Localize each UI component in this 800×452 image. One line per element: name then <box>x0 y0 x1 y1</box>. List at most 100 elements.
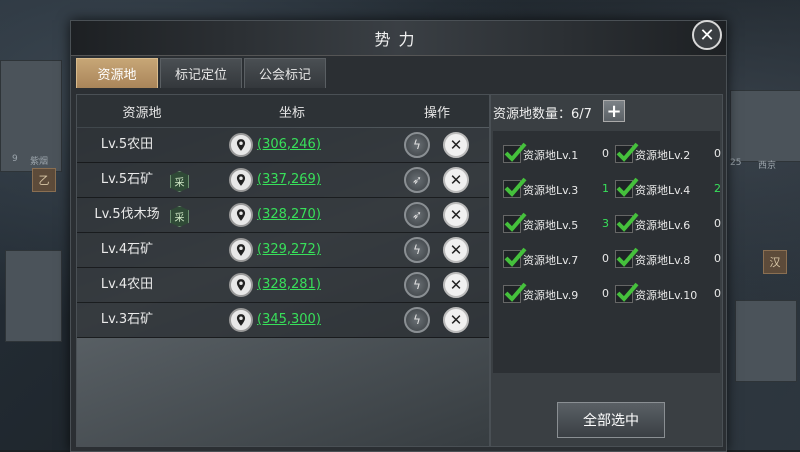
remove-icon[interactable]: ✕ <box>443 237 469 263</box>
resource-list: 资源地 坐标 操作 Lv.5农田 (306,246) ϟ ✕ Lv.5石矿采 (337,2… <box>76 94 490 447</box>
level-label: 资源地Lv.7 <box>523 254 579 267</box>
select-all-label: 全部选中 <box>583 413 639 429</box>
checkbox[interactable] <box>503 247 527 268</box>
remove-icon[interactable]: ✕ <box>443 167 469 193</box>
resource-name: Lv.3石矿 <box>100 312 154 327</box>
level-count: 0 <box>714 287 721 300</box>
panel-title: 势力 <box>374 30 423 49</box>
level-filter-item[interactable]: 资源地Lv.7 0 <box>499 246 611 274</box>
boost-icon[interactable]: ϟ <box>404 272 430 298</box>
level-filter-item[interactable]: 资源地Lv.3 1 <box>499 176 611 204</box>
location-pin-icon[interactable] <box>229 133 253 157</box>
header-ops: 操作 <box>423 105 450 121</box>
remove-icon[interactable]: ✕ <box>443 272 469 298</box>
table-row: Lv.5农田 (306,246) ϟ ✕ <box>77 128 489 163</box>
map-city-badge[interactable]: 汉 <box>763 250 787 274</box>
level-label: 资源地Lv.5 <box>523 219 579 232</box>
checkbox[interactable] <box>615 282 639 303</box>
level-label: 资源地Lv.3 <box>523 184 579 197</box>
select-all-button[interactable]: 全部选中 <box>557 402 665 438</box>
map-building <box>730 90 800 162</box>
level-count: 2 <box>714 182 721 195</box>
level-count: 0 <box>602 252 609 265</box>
header-coords: 坐标 <box>278 105 305 121</box>
checkbox[interactable] <box>615 247 639 268</box>
coordinate-link[interactable]: (329,272) <box>257 233 321 267</box>
level-filter-item[interactable]: 资源地Lv.10 0 <box>611 281 723 309</box>
level-label: 资源地Lv.1 <box>523 149 579 162</box>
level-filter-item[interactable]: 资源地Lv.1 0 <box>499 141 611 169</box>
checkbox[interactable] <box>615 142 639 163</box>
plus-icon[interactable]: + <box>603 100 625 122</box>
level-label: 资源地Lv.4 <box>635 184 691 197</box>
location-pin-icon[interactable] <box>229 308 253 332</box>
level-count: 0 <box>602 287 609 300</box>
map-building <box>735 300 797 382</box>
location-pin-icon[interactable] <box>229 168 253 192</box>
resource-name: Lv.4农田 <box>100 277 154 292</box>
table-row: Lv.5伐木场采 (328,270) ➶ ✕ <box>77 198 489 233</box>
title-bar: 势力 <box>71 21 726 56</box>
list-header: 资源地 坐标 操作 <box>77 95 489 127</box>
filter-panel: 资源地数量：6/7 + 资源地Lv.1 0 资源地Lv.2 0 资源地Lv.3 1 资源地L… <box>490 94 723 447</box>
checkbox[interactable] <box>503 282 527 303</box>
resource-name: Lv.5伐木场 <box>94 207 160 222</box>
coordinate-link[interactable]: (328,270) <box>257 198 321 232</box>
level-filter-item[interactable]: 资源地Lv.6 0 <box>611 211 723 239</box>
table-row: Lv.4农田 (328,281) ϟ ✕ <box>77 268 489 303</box>
speed-icon[interactable]: ➶ <box>404 202 430 228</box>
map-city-badge[interactable]: 乙 <box>32 168 56 192</box>
map-building <box>5 250 62 342</box>
boost-icon[interactable]: ϟ <box>404 237 430 263</box>
tab-resource-land[interactable]: 资源地 <box>76 58 158 88</box>
level-count: 1 <box>602 182 609 195</box>
level-filter-item[interactable]: 资源地Lv.2 0 <box>611 141 723 169</box>
checkbox[interactable] <box>503 142 527 163</box>
coordinate-link[interactable]: (328,281) <box>257 268 321 302</box>
level-label: 资源地Lv.9 <box>523 289 579 302</box>
collect-badge: 采 <box>170 206 189 227</box>
level-filter-grid: 资源地Lv.1 0 资源地Lv.2 0 资源地Lv.3 1 资源地Lv.4 2 资源地Lv.5 3… <box>493 131 723 373</box>
speed-icon[interactable]: ➶ <box>404 167 430 193</box>
resource-count-label: 资源地数量：6/7 <box>493 107 592 122</box>
tab-label: 公会标记 <box>258 68 311 83</box>
map-label: 9 <box>12 154 18 164</box>
header-name: 资源地 <box>122 105 162 121</box>
remove-icon[interactable]: ✕ <box>443 132 469 158</box>
checkbox[interactable] <box>503 177 527 198</box>
level-count: 3 <box>602 217 609 230</box>
tab-mark-location[interactable]: 标记定位 <box>160 58 242 88</box>
tab-label: 标记定位 <box>174 68 227 83</box>
level-count: 0 <box>714 217 721 230</box>
table-row: Lv.4石矿 (329,272) ϟ ✕ <box>77 233 489 268</box>
close-icon[interactable]: ✕ <box>692 20 722 50</box>
tab-guild-mark[interactable]: 公会标记 <box>244 58 326 88</box>
level-label: 资源地Lv.6 <box>635 219 691 232</box>
map-label: 25 <box>730 158 742 168</box>
level-filter-item[interactable]: 资源地Lv.8 0 <box>611 246 723 274</box>
coordinate-link[interactable]: (337,269) <box>257 163 321 197</box>
table-row: Lv.3石矿 (345,300) ϟ ✕ <box>77 303 489 338</box>
checkbox[interactable] <box>615 177 639 198</box>
level-filter-item[interactable]: 资源地Lv.5 3 <box>499 211 611 239</box>
level-count: 0 <box>602 147 609 160</box>
location-pin-icon[interactable] <box>229 273 253 297</box>
level-label: 资源地Lv.8 <box>635 254 691 267</box>
remove-icon[interactable]: ✕ <box>443 202 469 228</box>
checkbox[interactable] <box>615 212 639 233</box>
location-pin-icon[interactable] <box>229 203 253 227</box>
map-label: 紫烟 <box>30 157 49 167</box>
coordinate-link[interactable]: (345,300) <box>257 303 321 337</box>
level-filter-item[interactable]: 资源地Lv.9 0 <box>499 281 611 309</box>
boost-icon[interactable]: ϟ <box>404 307 430 333</box>
level-label: 资源地Lv.10 <box>635 289 698 302</box>
checkbox[interactable] <box>503 212 527 233</box>
collect-badge: 采 <box>170 171 189 192</box>
boost-icon[interactable]: ϟ <box>404 132 430 158</box>
tab-label: 资源地 <box>97 68 137 83</box>
level-filter-item[interactable]: 资源地Lv.4 2 <box>611 176 723 204</box>
location-pin-icon[interactable] <box>229 238 253 262</box>
coordinate-link[interactable]: (306,246) <box>257 128 321 162</box>
level-count: 0 <box>714 147 721 160</box>
remove-icon[interactable]: ✕ <box>443 307 469 333</box>
